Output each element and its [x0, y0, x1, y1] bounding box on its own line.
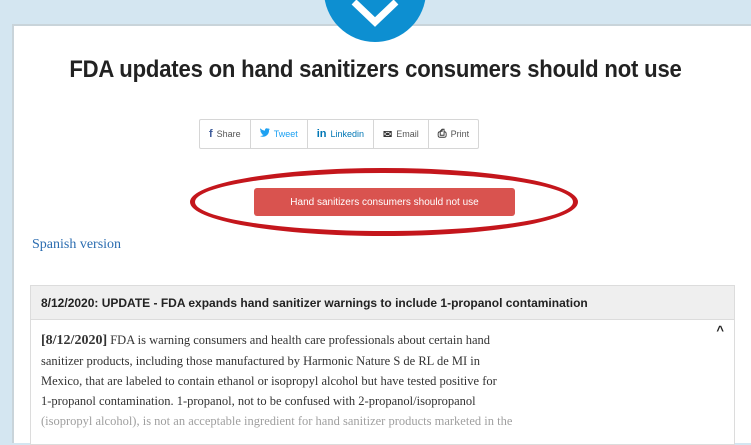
share-linkedin-label: Linkedin — [330, 129, 365, 139]
chevron-up-icon[interactable]: ^ — [716, 323, 724, 338]
share-print-label: Print — [450, 129, 470, 139]
body-line-1: [8/12/2020] FDA is warning consumers and… — [41, 333, 490, 348]
twitter-icon — [259, 128, 270, 140]
share-twitter-button[interactable]: Tweet — [251, 120, 308, 148]
share-facebook-label: Share — [216, 129, 241, 139]
hand-sanitizers-list-button[interactable]: Hand sanitizers consumers should not use — [254, 188, 515, 216]
body-line-2: sanitizer products, including those manu… — [41, 354, 481, 368]
update-accordion: 8/12/2020: UPDATE - FDA expands hand san… — [30, 285, 735, 445]
accordion-body: [8/12/2020] FDA is warning consumers and… — [31, 320, 734, 431]
body-line-5: (isopropyl alcohol), is not an acceptabl… — [41, 414, 513, 428]
update-date: [8/12/2020] — [41, 333, 108, 348]
email-icon: ✉ — [383, 128, 393, 141]
share-toolbar: f Share Tweet in Linkedin ✉ Email ⎙ Prin… — [199, 119, 480, 149]
share-linkedin-button[interactable]: in Linkedin — [308, 120, 375, 148]
share-facebook-button[interactable]: f Share — [200, 120, 251, 148]
linkedin-icon: in — [316, 128, 327, 140]
checkmark-icon — [351, 0, 399, 27]
share-email-button[interactable]: ✉ Email — [374, 120, 429, 148]
share-email-label: Email — [396, 129, 419, 139]
spanish-version-link[interactable]: Spanish version — [32, 237, 121, 253]
print-icon: ⎙ — [437, 127, 447, 140]
body-line-3: Mexico, that are labeled to contain etha… — [41, 374, 497, 388]
share-print-button[interactable]: ⎙ Print — [429, 120, 478, 148]
accordion-heading[interactable]: 8/12/2020: UPDATE - FDA expands hand san… — [31, 286, 734, 320]
facebook-icon: f — [209, 128, 213, 140]
share-twitter-label: Tweet — [273, 129, 298, 139]
body-line-4: 1-propanol contamination. 1-propanol, no… — [41, 394, 476, 408]
page-title: FDA updates on hand sanitizers consumers… — [69, 56, 682, 83]
